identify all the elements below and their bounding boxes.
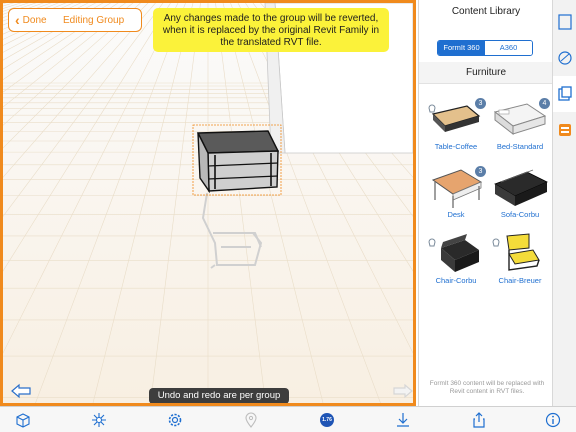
add-object-button[interactable] [14, 411, 32, 429]
info-icon [545, 412, 561, 428]
share-icon [473, 412, 485, 428]
library-item-chair-breuer[interactable]: Chair-Breuer [491, 232, 549, 292]
tab-materials[interactable] [553, 40, 576, 76]
category-header: Furniture [419, 62, 553, 84]
item-label: Chair-Breuer [498, 276, 542, 285]
info-button[interactable] [544, 411, 562, 429]
version-badge: 3 [475, 166, 486, 177]
library-item-desk[interactable]: 3 Desk [427, 166, 486, 226]
redo-icon [393, 383, 413, 399]
item-label: Chair-Corbu [435, 276, 477, 285]
model-viewport[interactable]: ‹ Done Editing Group Any changes made to… [0, 0, 416, 406]
tools-button[interactable] [90, 411, 108, 429]
panel-title: Content Library [451, 6, 521, 17]
download-button[interactable] [394, 411, 412, 429]
undo-icon[interactable] [9, 383, 33, 399]
content-library-icon [558, 86, 572, 101]
item-label: Bed-Standard [496, 142, 544, 151]
chevron-left-icon: ‹ [15, 12, 20, 28]
download-icon [397, 413, 409, 427]
group-revert-tooltip: Any changes made to the group will be re… [153, 8, 389, 52]
item-label: Desk [447, 210, 465, 219]
tab-properties[interactable] [553, 4, 576, 40]
item-label: Sofa-Corbu [500, 210, 540, 219]
library-item-table-coffee[interactable]: 3 Table-Coffee [427, 98, 486, 158]
tools-icon [92, 413, 106, 427]
chair-corbu-thumbnail [428, 234, 479, 272]
location-button[interactable] [242, 411, 260, 429]
side-tab-strip [552, 0, 576, 406]
source-tab-formit360[interactable]: FormIt 360 [438, 41, 485, 55]
add-object-icon [16, 413, 30, 428]
selected-group[interactable] [196, 130, 280, 194]
tab-layers[interactable] [553, 112, 576, 148]
done-button[interactable]: ‹ Done [9, 13, 63, 27]
replacement-note: FormIt 360 content will be replaced with… [429, 380, 545, 395]
share-button[interactable] [470, 411, 488, 429]
location-icon [245, 412, 257, 428]
done-label: Done [22, 14, 47, 26]
library-item-bed-standard[interactable]: 4 Bed-Standard [491, 98, 550, 158]
library-item-chair-corbu[interactable]: Chair-Corbu [427, 232, 485, 292]
version-badge: 4 [539, 98, 550, 109]
version-badge: 3 [475, 98, 486, 109]
editing-group-bar: ‹ Done Editing Group [8, 8, 142, 32]
chair-breuer-thumbnail [492, 233, 540, 271]
count-badge-button[interactable]: 1.76 [318, 411, 336, 429]
bottom-toolbar: 1.76 [0, 406, 576, 432]
content-library-panel: Content Library FormIt 360 A360 Furnitur… [418, 0, 553, 406]
item-label: Table-Coffee [434, 142, 478, 151]
source-tab-a360[interactable]: A360 [485, 41, 532, 55]
undo-redo-hint: Undo and redo are per group [149, 388, 289, 403]
materials-icon [558, 51, 572, 65]
source-segmented-control: FormIt 360 A360 [437, 40, 533, 56]
layers-icon [559, 124, 571, 136]
settings-button[interactable] [166, 411, 184, 429]
tab-content-library[interactable] [553, 76, 576, 112]
properties-icon [558, 14, 572, 30]
library-item-sofa-corbu[interactable]: Sofa-Corbu [491, 166, 549, 226]
sofa-corbu-thumbnail [494, 169, 548, 206]
editing-group-label: Editing Group [63, 14, 125, 26]
count-badge: 1.76 [320, 413, 334, 427]
settings-icon [168, 413, 182, 427]
scene-canvas[interactable] [3, 3, 413, 403]
